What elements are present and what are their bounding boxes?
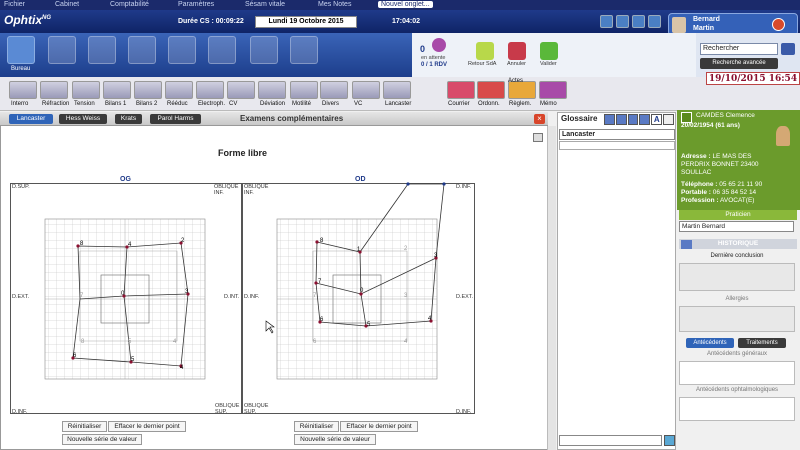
og-new-series-button[interactable]: Nouvelle série de valeur	[62, 434, 142, 445]
glossary-add-icon[interactable]	[664, 435, 675, 446]
od-reset-button[interactable]: Réinitialiser	[294, 421, 339, 432]
antecedents-tab[interactable]: Antécédents	[686, 338, 734, 348]
og-erase-button[interactable]: Effacer le dernier point	[108, 421, 186, 432]
od-new-series-button[interactable]: Nouvelle série de valeur	[294, 434, 376, 445]
od-point-8	[315, 240, 319, 244]
praticien-select[interactable]: Martin Bernard	[679, 221, 794, 232]
glossary-tool-icon-3[interactable]	[627, 114, 639, 125]
text-format-icon[interactable]: A	[651, 114, 663, 125]
conclusion-box[interactable]	[679, 263, 795, 291]
patient-name: CAMDES Clemence	[696, 112, 755, 119]
historique-header: HISTORIQUE	[679, 239, 797, 249]
allergies-label: Allergies	[725, 296, 749, 302]
ant-generaux-box[interactable]	[679, 361, 795, 385]
sort-icon[interactable]	[663, 114, 674, 125]
glossary-title: Glossaire	[561, 114, 598, 123]
derniere-conclusion: Dernière conclusion	[710, 253, 764, 259]
glossary-panel	[557, 112, 676, 450]
ant-ophta-box[interactable]	[679, 397, 795, 421]
glossary-toolbar: A	[604, 114, 674, 126]
glossary-select[interactable]: Lancaster	[559, 129, 675, 140]
glossary-tool-icon-2[interactable]	[615, 114, 627, 125]
praticien-header: Praticien	[679, 210, 797, 220]
avatar	[776, 126, 790, 146]
allergies-box[interactable]	[679, 306, 795, 332]
patient-phones: Téléphone : 05 65 21 11 90 Portable : 06…	[681, 181, 763, 204]
glossary-tool-icon-4[interactable]	[639, 114, 651, 125]
mouse-cursor-icon	[265, 320, 275, 334]
glossary-input[interactable]	[559, 435, 662, 446]
history-icon[interactable]	[681, 240, 692, 249]
ant-ophta-label: Antécédents ophtalmologiques	[695, 387, 779, 393]
patient-dob: 20/02/1954 (61 ans)	[681, 122, 740, 129]
exam-scrollbar[interactable]	[547, 126, 556, 450]
ant-generaux-label: Antécédents généraux	[706, 351, 768, 357]
patient-address: Adresse : LE MAS DES PERDRIX BONNET 2340…	[681, 153, 759, 176]
glossary-filter[interactable]	[559, 141, 675, 150]
og-reset-button[interactable]: Réinitialiser	[62, 421, 107, 432]
od-erase-button[interactable]: Effacer le dernier point	[340, 421, 418, 432]
glossary-tool-icon-1[interactable]	[604, 114, 615, 125]
traitements-tab[interactable]: Traitements	[738, 338, 786, 348]
